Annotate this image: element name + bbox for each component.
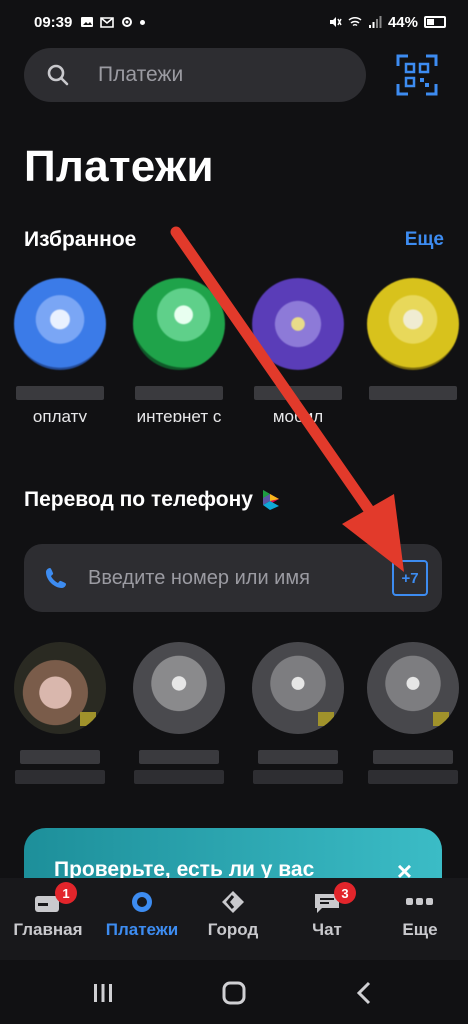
status-bar: 09:39 44% xyxy=(0,0,468,44)
tab-label: Еще xyxy=(402,920,438,939)
search-label: Платежи xyxy=(98,63,184,86)
favorites-list: оплату интернет с мобил xyxy=(0,278,468,428)
contact-detail-blurred xyxy=(134,770,224,784)
wifi-icon xyxy=(348,16,362,27)
bottom-tab-bar: 1 Главная Платежи Город 3 Чат Еще xyxy=(0,878,468,960)
favorite-label: оплату xyxy=(32,407,88,422)
contact-book-button[interactable]: +7 xyxy=(392,560,428,596)
settings-icon xyxy=(122,17,133,27)
tab-more[interactable]: Еще xyxy=(392,890,448,940)
tab-city[interactable]: Город xyxy=(200,890,266,940)
favorite-name-blurred xyxy=(16,386,104,400)
tab-chat[interactable]: 3 Чат xyxy=(302,882,356,940)
system-navigation-bar xyxy=(0,960,468,1024)
badge-count: 1 xyxy=(55,882,77,904)
contact-name-blurred xyxy=(20,750,100,764)
favorite-label: интернет с xyxy=(136,407,222,422)
favorite-item-4[interactable] xyxy=(358,278,468,422)
contact-name-blurred xyxy=(258,750,338,764)
search-icon xyxy=(47,64,69,86)
phone-transfer-header: Перевод по телефону xyxy=(24,488,281,512)
favorite-label: мобил xyxy=(272,407,324,422)
avatar-badge xyxy=(80,712,96,726)
chat-icon: 3 xyxy=(312,882,356,914)
contact-avatar xyxy=(133,642,225,734)
tab-main[interactable]: 1 Главная xyxy=(12,882,84,940)
contact-detail-blurred xyxy=(368,770,458,784)
tab-label: Платежи xyxy=(105,920,179,939)
avatar-badge xyxy=(318,712,334,726)
home-icon[interactable] xyxy=(219,978,249,1008)
contact-avatar xyxy=(252,642,344,734)
favorite-avatar xyxy=(14,278,106,370)
contact-detail-blurred xyxy=(253,770,343,784)
favorite-label xyxy=(358,404,468,422)
favorite-item-1[interactable]: оплату xyxy=(5,278,115,422)
notification-icons xyxy=(80,15,146,29)
page-title: Платежи xyxy=(24,142,214,191)
sbp-logo-icon xyxy=(262,490,279,510)
favorite-avatar xyxy=(367,278,459,370)
favorite-name-blurred xyxy=(254,386,342,400)
contact-item-2[interactable] xyxy=(124,642,234,784)
favorite-item-3[interactable]: мобил xyxy=(243,278,353,422)
contact-avatar xyxy=(14,642,106,734)
favorites-more-link[interactable]: Еще xyxy=(405,229,444,251)
back-icon[interactable] xyxy=(350,978,380,1008)
battery-percent: 44% xyxy=(387,13,418,31)
tab-label: Город xyxy=(207,920,259,939)
dot-icon xyxy=(140,19,146,25)
battery-icon xyxy=(424,16,446,28)
more-icon xyxy=(405,890,435,914)
recent-contacts xyxy=(0,642,468,792)
favorite-name-blurred xyxy=(369,386,457,400)
tab-payments[interactable]: Платежи xyxy=(98,890,186,940)
contact-item-4[interactable] xyxy=(358,642,468,784)
badge-count: 3 xyxy=(334,882,356,904)
contact-avatar xyxy=(367,642,459,734)
city-icon xyxy=(218,890,248,914)
tab-label: Чат xyxy=(312,920,342,939)
status-right: 44% xyxy=(328,14,446,31)
phone-search-field[interactable]: Введите номер или имя +7 xyxy=(24,544,442,612)
favorite-item-2[interactable]: интернет с xyxy=(124,278,234,422)
contact-item-1[interactable] xyxy=(5,642,115,784)
gallery-icon xyxy=(81,17,94,27)
signal-icon xyxy=(368,16,382,28)
card-icon: 1 xyxy=(33,882,77,914)
favorite-avatar xyxy=(133,278,225,370)
contact-detail-blurred xyxy=(15,770,105,784)
phone-icon xyxy=(46,568,66,588)
status-time: 09:39 xyxy=(34,13,73,31)
phone-transfer-title: Перевод по телефону xyxy=(24,488,253,511)
contact-name-blurred xyxy=(373,750,453,764)
phone-placeholder: Введите номер или имя xyxy=(88,566,310,589)
contact-name-blurred xyxy=(139,750,219,764)
contact-item-3[interactable] xyxy=(243,642,353,784)
favorites-header: Избранное xyxy=(24,228,137,251)
avatar-badge xyxy=(433,712,449,726)
gmail-icon xyxy=(100,17,115,28)
search-bar[interactable]: Платежи xyxy=(24,48,366,102)
qr-scan-icon[interactable] xyxy=(396,54,438,96)
tab-label: Главная xyxy=(13,920,83,939)
recent-apps-icon[interactable] xyxy=(88,978,118,1008)
payments-icon xyxy=(127,890,157,914)
favorite-avatar xyxy=(252,278,344,370)
favorite-name-blurred xyxy=(135,386,223,400)
mute-icon xyxy=(329,17,342,27)
